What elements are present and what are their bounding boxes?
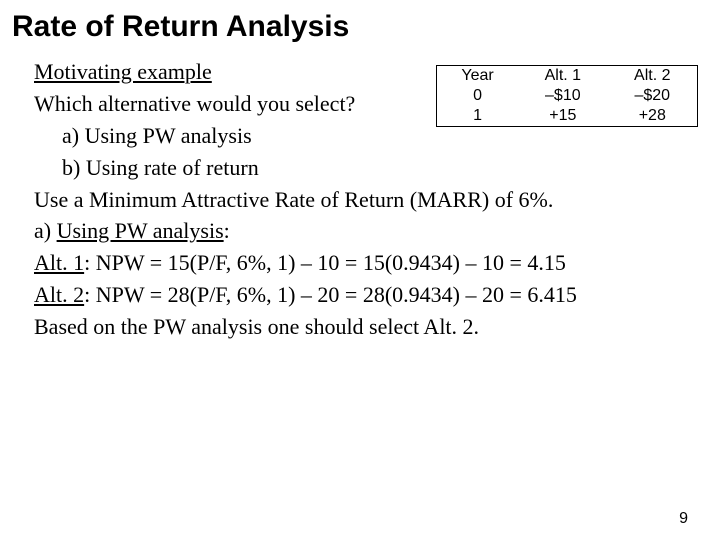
conclusion-line: Based on the PW analysis one should sele… xyxy=(34,311,700,343)
option-a: a) Using PW analysis xyxy=(34,120,700,152)
alt2-line: Alt. 2: NPW = 28(P/F, 6%, 1) – 20 = 28(0… xyxy=(34,279,700,311)
body-text: Motivating example Which alternative wou… xyxy=(34,56,700,343)
question-line: Which alternative would you select? xyxy=(34,88,700,120)
marr-line: Use a Minimum Attractive Rate of Return … xyxy=(34,184,700,216)
motivating-heading: Motivating example xyxy=(34,59,212,84)
page-number: 9 xyxy=(679,510,688,528)
option-b: b) Using rate of return xyxy=(34,152,700,184)
slide-title: Rate of Return Analysis xyxy=(12,10,720,44)
alt1-line: Alt. 1: NPW = 15(P/F, 6%, 1) – 10 = 15(0… xyxy=(34,247,700,279)
part-a-line: a) Using PW analysis: xyxy=(34,215,700,247)
